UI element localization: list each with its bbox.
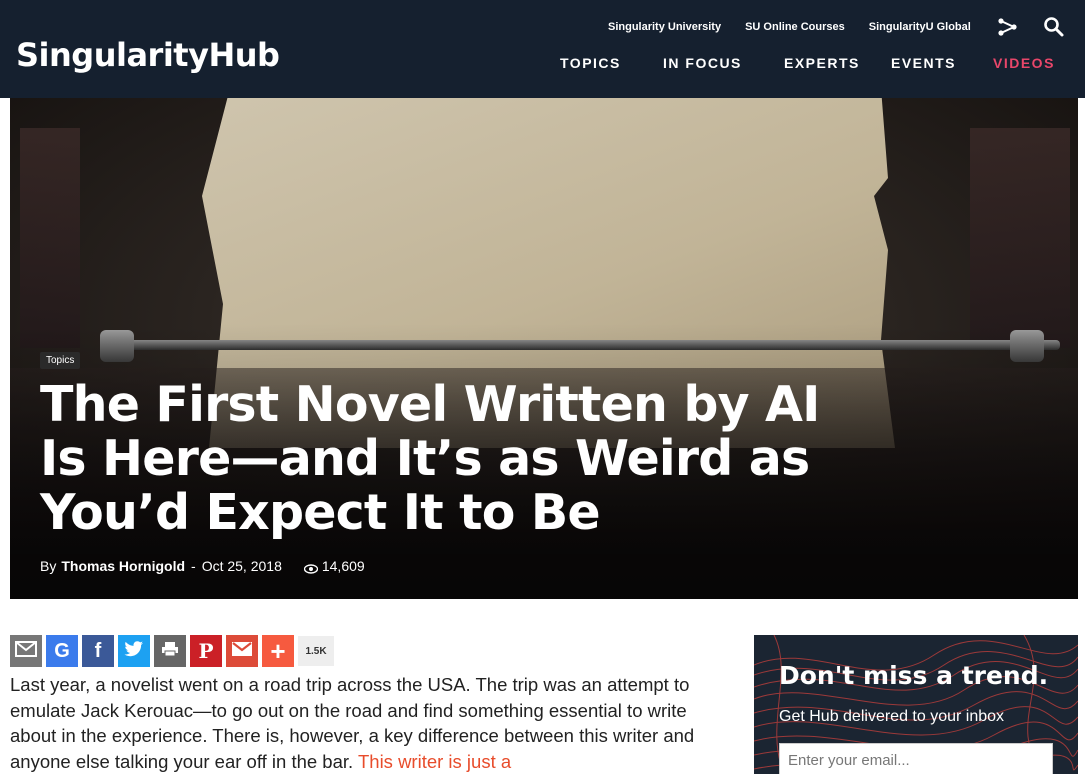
google-share-button[interactable]: G: [46, 635, 78, 667]
article-link[interactable]: This writer is just a: [358, 751, 511, 772]
top-link-su-online-courses[interactable]: SU Online Courses: [745, 21, 845, 33]
article-paragraph: Last year, a novelist went on a road tri…: [10, 674, 695, 772]
google-icon: G: [54, 639, 70, 662]
nav-topics[interactable]: TOPICS: [560, 55, 621, 71]
hero-image: Topics The First Novel Written by AI Is …: [10, 98, 1078, 599]
share-icon[interactable]: [997, 16, 1019, 38]
byline-separator: -: [191, 558, 196, 574]
nav-events[interactable]: EVENTS: [891, 55, 956, 71]
pinterest-icon: P: [198, 639, 214, 663]
share-count: 1.5K: [298, 636, 334, 666]
publish-date: Oct 25, 2018: [201, 558, 282, 574]
byline: By Thomas Hornigold - Oct 25, 2018 14,60…: [40, 558, 365, 574]
view-count: 14,609: [321, 558, 365, 574]
email-share-button[interactable]: [10, 635, 42, 667]
facebook-icon: f: [94, 639, 102, 662]
article-body: Last year, a novelist went on a road tri…: [10, 672, 730, 774]
pinterest-share-button[interactable]: P: [190, 635, 222, 667]
nav-videos[interactable]: VIDEOS: [993, 55, 1055, 71]
twitter-share-button[interactable]: [118, 635, 150, 667]
top-link-singularityu-global[interactable]: SingularityU Global: [869, 21, 971, 33]
email-input[interactable]: [779, 743, 1053, 774]
print-button[interactable]: [154, 635, 186, 667]
search-icon[interactable]: [1043, 16, 1065, 38]
gmail-icon: [231, 640, 253, 663]
byline-prefix: By: [40, 558, 57, 574]
newsletter-subtitle: Get Hub delivered to your inbox: [779, 708, 1005, 725]
twitter-icon: [124, 640, 144, 663]
email-icon: [15, 640, 37, 663]
more-share-button[interactable]: +: [262, 635, 294, 667]
article-headline: The First Novel Written by AI Is Here—an…: [40, 376, 820, 541]
facebook-share-button[interactable]: f: [82, 635, 114, 667]
newsletter-box: Don't miss a trend. Get Hub delivered to…: [754, 635, 1078, 774]
nav-experts[interactable]: EXPERTS: [784, 55, 860, 71]
site-header: SingularityHub Singularity University SU…: [0, 0, 1085, 98]
main-nav: TOPICS IN FOCUS EXPERTS EVENTS VIDEOS: [0, 55, 1085, 73]
category-tag[interactable]: Topics: [40, 352, 81, 369]
newsletter-title: Don't miss a trend.: [779, 661, 1049, 690]
top-links: Singularity University SU Online Courses…: [608, 21, 995, 33]
top-link-singularity-university[interactable]: Singularity University: [608, 21, 721, 33]
author-link[interactable]: Thomas Hornigold: [61, 558, 185, 574]
printer-icon: [161, 640, 179, 663]
eye-icon: [303, 561, 319, 574]
plus-icon: +: [270, 635, 286, 666]
gmail-share-button[interactable]: [226, 635, 258, 667]
share-bar: G f P + 1.5K: [10, 635, 334, 667]
nav-in-focus[interactable]: IN FOCUS: [663, 55, 742, 71]
